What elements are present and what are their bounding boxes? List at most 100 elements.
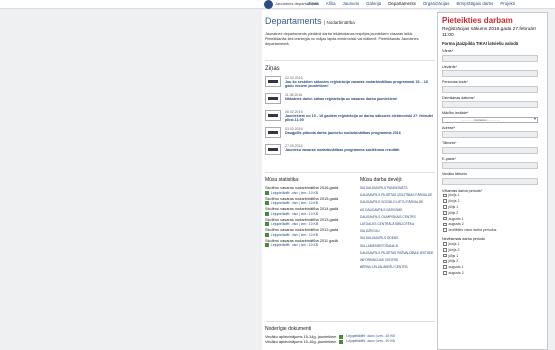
stat-download-link[interactable]: Lejupielādēt: .xlsx | izm.: 10 KB xyxy=(265,222,350,226)
news-link[interactable]: Jauniešiem no 15 - 18 gadiem reģistrācij… xyxy=(285,114,435,122)
news-item[interactable]: 27.09.2016 Jauniešu vasaras nodarbinātība… xyxy=(265,144,435,156)
news-thumbnail[interactable] xyxy=(265,110,281,121)
news-item[interactable]: 02.02.2016 Jau šo sestdien sākssies reģis… xyxy=(265,76,435,88)
checkbox[interactable] xyxy=(443,205,447,209)
page: Jaunatnes departaments Ziņas Afiša Jaunumi… xyxy=(0,0,555,350)
news-thumbnail[interactable] xyxy=(265,93,281,104)
field-input[interactable] xyxy=(442,101,538,108)
field-input[interactable] xyxy=(442,177,538,185)
news-link[interactable]: Dauģpilīs plānota darbs jauniešu nodarbi… xyxy=(285,131,401,135)
checkbox-label: augusts 1 xyxy=(448,265,464,270)
checkbox[interactable] xyxy=(443,265,447,269)
form-field: Uzvārds* xyxy=(442,65,543,77)
stat-download-text[interactable]: Lejupielādēt: .xlsx | izm.: 10 KB xyxy=(271,243,318,247)
news-item[interactable]: 06.02.2016 Jauniešiem no 15 - 18 gadiem r… xyxy=(265,110,435,122)
stat-download-text[interactable]: Lejupielādēt: .xlsx | izm.: 10 KB xyxy=(271,233,318,237)
employer-link[interactable]: SIA DAUGAVPILS PANSIONĀTS xyxy=(360,186,438,190)
stat-item: Skolēnu vasaras nodarbinātība 2015.gadā L… xyxy=(265,196,350,205)
checkbox[interactable] xyxy=(443,222,447,227)
nav-item[interactable]: Jaunumi xyxy=(342,1,361,6)
checkbox[interactable] xyxy=(443,199,447,203)
field-input[interactable] xyxy=(442,131,538,138)
checkbox-label: jūlijs 1 xyxy=(448,253,459,258)
employer-link[interactable]: DAUGAVPILS PILSĒTAS IZGLĪTĪBAS PĀRVALDE xyxy=(360,193,438,197)
stat-download-text[interactable]: Lejupielādēt: .xlsx | izm.: 10 KB xyxy=(271,222,318,226)
page-title: Departaments | Nodarbinātība xyxy=(265,16,355,26)
checkbox[interactable] xyxy=(443,211,447,215)
checkbox[interactable] xyxy=(443,242,447,246)
news-link[interactable]: Jauniešu vasaras nodarbinātības programm… xyxy=(285,148,399,152)
stat-item: Skolēnu vasaras nodarbinātība 2013.gadā L… xyxy=(265,217,350,226)
application-form: Pieteikties darbam Reģistrācijas sākums … xyxy=(437,12,548,350)
stat-download-link[interactable]: Lejupielādēt: .xlsx | izm.: 10 KB xyxy=(265,232,350,237)
checkbox[interactable] xyxy=(443,253,447,258)
nav-item[interactable]: Afiša xyxy=(325,1,337,6)
doc-icon xyxy=(339,339,344,344)
employer-link[interactable]: SIA LABIEKĀRTOŠANA-D xyxy=(360,244,438,248)
form-field: Vārds* xyxy=(442,49,543,62)
stat-download-link[interactable]: Lejupielādēt: .xlsx | izm.: 10 KB xyxy=(265,201,350,205)
stat-download-link[interactable]: Lejupielādēt: .xlsx | izm.: 10 KB xyxy=(265,190,350,195)
stat-download-link[interactable]: Lejupielādēt: .xlsx | izm.: 10 KB xyxy=(265,211,350,216)
divider xyxy=(265,60,435,61)
news-text-block: 06.02.2016 Jauniešiem no 15 - 18 gadiem r… xyxy=(285,110,435,122)
checkbox[interactable] xyxy=(443,193,447,198)
stat-item: Skolēnu vasaras nodarbinātība 2016.gadā L… xyxy=(265,185,350,195)
nav-item[interactable]: Projekti xyxy=(499,1,516,6)
nav-item[interactable]: Departaments xyxy=(387,1,417,6)
form-field: Vecāku tālrunis xyxy=(442,172,543,185)
checkbox[interactable] xyxy=(443,248,447,252)
news-title: Ziņas xyxy=(265,66,280,72)
main-nav: Ziņas Afiša Jaunumi Galerija Departaments Org… xyxy=(307,1,516,6)
checkbox-label: augusts 1 xyxy=(448,216,464,221)
form-field: Mācību iestāde* - - - - - - - izvēlieties… xyxy=(442,111,543,123)
employer-link[interactable]: AS DAUGAVPILS SATIKSME xyxy=(360,208,438,212)
employer-link[interactable]: DAUGAVPILS PILSĒTAS PAŠVALDĪBAS IESTĀDE xyxy=(360,251,438,255)
news-link[interactable]: Jau šo sestdien sākssies reģistrācija va… xyxy=(285,80,435,88)
nav-item[interactable]: Organizācijas xyxy=(422,1,451,6)
field-input[interactable] xyxy=(442,54,538,62)
field-label: Personas kods* xyxy=(442,80,468,84)
logo-icon[interactable] xyxy=(264,0,273,9)
news-thumbnail[interactable] xyxy=(265,76,281,87)
nav-item[interactable]: Ziņas xyxy=(307,1,320,6)
period-option[interactable]: Izvēlēties visus darba periodus xyxy=(442,227,543,233)
nav-item[interactable]: Brīvprātīgais darbs xyxy=(455,1,494,6)
stat-download-text[interactable]: Lejupielādēt: .xlsx | izm.: 10 KB xyxy=(271,201,318,205)
news-thumbnail[interactable] xyxy=(265,127,281,138)
field-input[interactable] xyxy=(442,85,538,93)
field-input[interactable] xyxy=(442,146,538,154)
stat-item: Skolēnu vasaras nodarbinātība 2011.gadā L… xyxy=(265,238,350,247)
checkbox[interactable] xyxy=(443,216,447,221)
news-thumbnail[interactable] xyxy=(265,144,281,155)
employer-link[interactable]: INFORMĀCIJAS CENTRS xyxy=(360,258,438,262)
news-link[interactable]: Nākotnes darbi: sākas reģistrācija uz va… xyxy=(285,97,397,101)
stat-download-text[interactable]: Lejupielādēt: .xlsx | izm.: 10 KB xyxy=(271,191,318,195)
employer-link[interactable]: LATGALES CENTRĀLĀ BIBLIOTĒKA xyxy=(360,222,438,226)
checkbox[interactable] xyxy=(443,259,447,264)
employer-link[interactable]: DAUGAVPILS SOCIĀLO LIETU PĀRVALDE xyxy=(360,200,438,204)
employer-link[interactable]: SIA DZĪVOJU xyxy=(360,229,438,233)
form-field: E-pasts* xyxy=(442,157,543,169)
stat-download-link[interactable]: Lejupielādēt: .xlsx | izm.: 10 KB xyxy=(265,243,350,247)
doc-download-link[interactable]: Lejupielādēt: .docx | izm.: 20 KB xyxy=(346,339,394,344)
doc-label: Vecāku apliecinājums 15-16g. jauniešiem xyxy=(265,339,337,344)
news-item[interactable]: 03.02.2016 Dauģpilīs plānota darbs jaunie… xyxy=(265,127,435,139)
field-input[interactable] xyxy=(442,70,538,77)
stat-download-text[interactable]: Lejupielādēt: .xlsx | izm.: 10 KB xyxy=(271,212,318,216)
unwanted-option[interactable]: augusts 2 xyxy=(442,270,543,276)
news-item[interactable]: 11.08.2016 Nākotnes darbi: sākas reģistrā… xyxy=(265,93,435,105)
employer-link[interactable]: SIA DAUGAVPILS ŪDENS xyxy=(360,236,438,240)
form-dates: Reģistrācijas sākums 2016.gada 27.februā… xyxy=(442,27,536,38)
doc-icon xyxy=(339,334,344,339)
checkbox-label: jūlijs 2 xyxy=(448,210,459,215)
school-select[interactable]: - - - - - - - izvēlieties - - - - - - - xyxy=(442,116,538,123)
checkbox[interactable] xyxy=(443,271,447,275)
employer-link[interactable]: BĒRNU UN JAUNIEŠU CENTRS xyxy=(360,265,438,269)
docs-title: Noderīgie dokumenti xyxy=(265,326,312,332)
checkbox[interactable] xyxy=(443,228,447,232)
nav-item[interactable]: Galerija xyxy=(365,1,382,6)
employer-link[interactable]: DAUGAVPILS OLIMPISKAIS CENTRS xyxy=(360,215,438,219)
field-input[interactable] xyxy=(442,162,538,169)
stats-list: Skolēnu vasaras nodarbinātība 2016.gadā L… xyxy=(265,185,350,249)
